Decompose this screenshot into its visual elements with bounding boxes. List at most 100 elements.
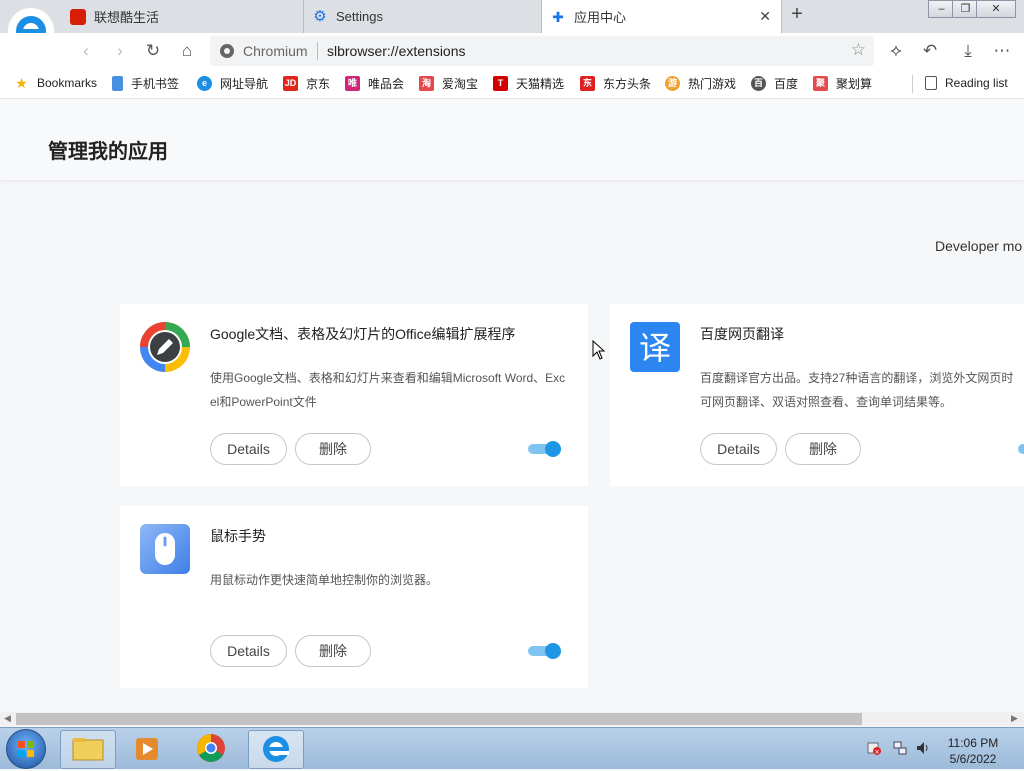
home-icon[interactable]: ⌂ <box>177 41 197 61</box>
address-bar[interactable]: Chromium slbrowser://extensions ☆ <box>210 36 874 66</box>
toolbar: ‹ › ↻ ⌂ Chromium slbrowser://extensions … <box>0 33 1024 69</box>
back-icon[interactable]: ‹ <box>76 41 96 61</box>
network-warning-icon[interactable]: × <box>866 740 882 756</box>
phone-icon <box>112 75 123 91</box>
page-header: 管理我的应用 <box>0 99 1024 180</box>
tab-title: 联想酷生活 <box>94 10 160 25</box>
details-button[interactable]: Details <box>700 433 777 465</box>
extension-description: 使用Google文档、表格和幻灯片来查看和编辑Microsoft Word、Ex… <box>210 371 566 409</box>
translate-icon: 译 <box>630 322 680 372</box>
jd-icon: JD <box>283 75 298 91</box>
bookmark-label: Bookmarks <box>37 76 98 90</box>
forward-icon[interactable]: › <box>110 41 130 61</box>
bookmark-star-icon[interactable]: ☆ <box>851 40 866 60</box>
extension-card: 译 百度网页翻译 百度翻译官方出品。支持27种语言的翻译，浏览外文网页时可网页翻… <box>610 304 1024 486</box>
tab-title: 应用中心 <box>574 10 627 25</box>
clock-time: 11:06 PM <box>947 736 999 750</box>
bookmark-label: 唯品会 <box>368 76 405 91</box>
google-docs-pencil-icon <box>140 322 190 372</box>
details-button[interactable]: Details <box>210 433 287 465</box>
undo-icon[interactable]: ↶ <box>920 41 940 61</box>
details-button[interactable]: Details <box>210 635 287 667</box>
remove-button[interactable]: 删除 <box>295 635 371 667</box>
extension-description: 用鼠标动作更快速简单地控制你的浏览器。 <box>210 573 439 587</box>
close-tab-icon[interactable]: ✕ <box>759 8 771 25</box>
scrollbar-thumb[interactable] <box>16 713 862 725</box>
bookmark-item[interactable]: 聚 聚划算 <box>813 74 872 92</box>
maximize-button[interactable]: ❐ <box>952 0 979 18</box>
tab-app-center[interactable]: ✚ 应用中心 ✕ <box>542 0 782 33</box>
bookmarks-bar: ★ Bookmarks 手机书签 e 网址导航 JD 京东 唯 唯品会 淘 爱淘… <box>0 69 1024 99</box>
eastday-icon: 东 <box>580 75 595 91</box>
baidu-icon: 百 <box>751 75 766 91</box>
developer-mode-label[interactable]: Developer mo <box>935 238 1022 254</box>
clock-date: 5/6/2022 <box>949 752 997 766</box>
tab-title: Settings <box>336 9 383 24</box>
bookmark-item[interactable]: JD 京东 <box>283 74 330 92</box>
media-player-icon[interactable] <box>120 730 174 767</box>
volume-icon[interactable] <box>915 740 931 756</box>
taskbar: × <box>0 727 1024 769</box>
tab-strip: 联想酷生活 ⚙ Settings ✚ 应用中心 ✕ + – ❐ ✕ <box>0 0 1024 33</box>
site-label: Chromium <box>243 43 308 59</box>
minimize-button[interactable]: – <box>928 0 955 18</box>
vip-icon: 唯 <box>345 75 360 91</box>
scroll-left-icon[interactable]: ◀ <box>4 713 11 724</box>
juhuasuan-icon: 聚 <box>813 75 828 91</box>
bookmark-item[interactable]: ★ Bookmarks <box>14 74 97 92</box>
url-text[interactable]: slbrowser://extensions <box>327 43 466 59</box>
enable-toggle[interactable] <box>1018 442 1024 456</box>
mouse-cursor-icon <box>592 340 606 360</box>
bookmark-item[interactable]: 唯 唯品会 <box>345 74 404 92</box>
bookmark-label: 京东 <box>306 76 331 91</box>
extension-description: 百度翻译官方出品。支持27种语言的翻译，浏览外文网页时可网页翻译、双语对照查看、… <box>700 371 1014 409</box>
bookmark-item[interactable]: T 天猫精选 <box>493 74 564 92</box>
bookmark-label: 百度 <box>774 76 799 91</box>
file-explorer-icon[interactable] <box>60 730 116 769</box>
extensions-icon[interactable]: ⟡ <box>886 41 906 61</box>
reload-icon[interactable]: ↻ <box>143 41 163 61</box>
divider <box>912 75 913 93</box>
svg-text:×: × <box>874 748 880 756</box>
gear-icon: ⚙ <box>313 7 327 25</box>
divider <box>317 42 318 60</box>
bookmark-item[interactable]: 淘 爱淘宝 <box>419 74 478 92</box>
page-title: 管理我的应用 <box>48 141 168 163</box>
extension-name: 百度网页翻译 <box>700 326 784 342</box>
extension-card: 鼠标手势 用鼠标动作更快速简单地控制你的浏览器。 Details 删除 <box>120 506 588 688</box>
reading-list-button[interactable]: Reading list <box>925 74 1008 92</box>
mouse-icon <box>140 524 190 574</box>
close-button[interactable]: ✕ <box>976 0 1016 18</box>
bookmark-label: 东方头条 <box>603 76 652 91</box>
bookmark-label: 爱淘宝 <box>442 76 479 91</box>
bookmark-item[interactable]: 手机书签 <box>112 74 179 92</box>
reading-list-label: Reading list <box>945 76 1008 90</box>
system-clock[interactable]: 11:06 PM 5/6/2022 <box>944 735 1002 767</box>
download-icon[interactable]: ⤓ <box>958 41 978 61</box>
tab-lenovo-life[interactable]: 联想酷生活 <box>62 0 304 33</box>
browser-taskbar-icon[interactable] <box>248 730 304 769</box>
more-icon[interactable]: ⋯ <box>992 41 1012 61</box>
star-icon: ★ <box>15 74 28 91</box>
lenovo-life-icon <box>70 8 86 25</box>
network-icon[interactable] <box>892 740 908 756</box>
enable-toggle[interactable] <box>528 441 561 457</box>
chrome-icon[interactable] <box>184 730 238 767</box>
bookmark-item[interactable]: 东 东方头条 <box>580 74 651 92</box>
toggle-knob <box>545 441 561 457</box>
bookmark-label: 聚划算 <box>836 76 873 91</box>
enable-toggle[interactable] <box>528 643 561 659</box>
remove-button[interactable]: 删除 <box>295 433 371 465</box>
bookmark-label: 热门游戏 <box>688 76 737 91</box>
tab-settings[interactable]: ⚙ Settings <box>304 0 542 33</box>
bookmark-item[interactable]: 百 百度 <box>751 74 798 92</box>
extension-card: Google文档、表格及幻灯片的Office编辑扩展程序 使用Google文档、… <box>120 304 588 486</box>
scroll-right-icon[interactable]: ▶ <box>1011 713 1018 724</box>
remove-button[interactable]: 删除 <box>785 433 861 465</box>
new-tab-button[interactable]: + <box>786 3 808 26</box>
bookmark-item[interactable]: e 网址导航 <box>197 74 268 92</box>
start-button[interactable] <box>6 729 46 769</box>
bookmark-label: 天猫精选 <box>516 76 565 91</box>
bookmark-item[interactable]: 游 热门游戏 <box>665 74 736 92</box>
site-info-icon[interactable] <box>220 44 234 58</box>
